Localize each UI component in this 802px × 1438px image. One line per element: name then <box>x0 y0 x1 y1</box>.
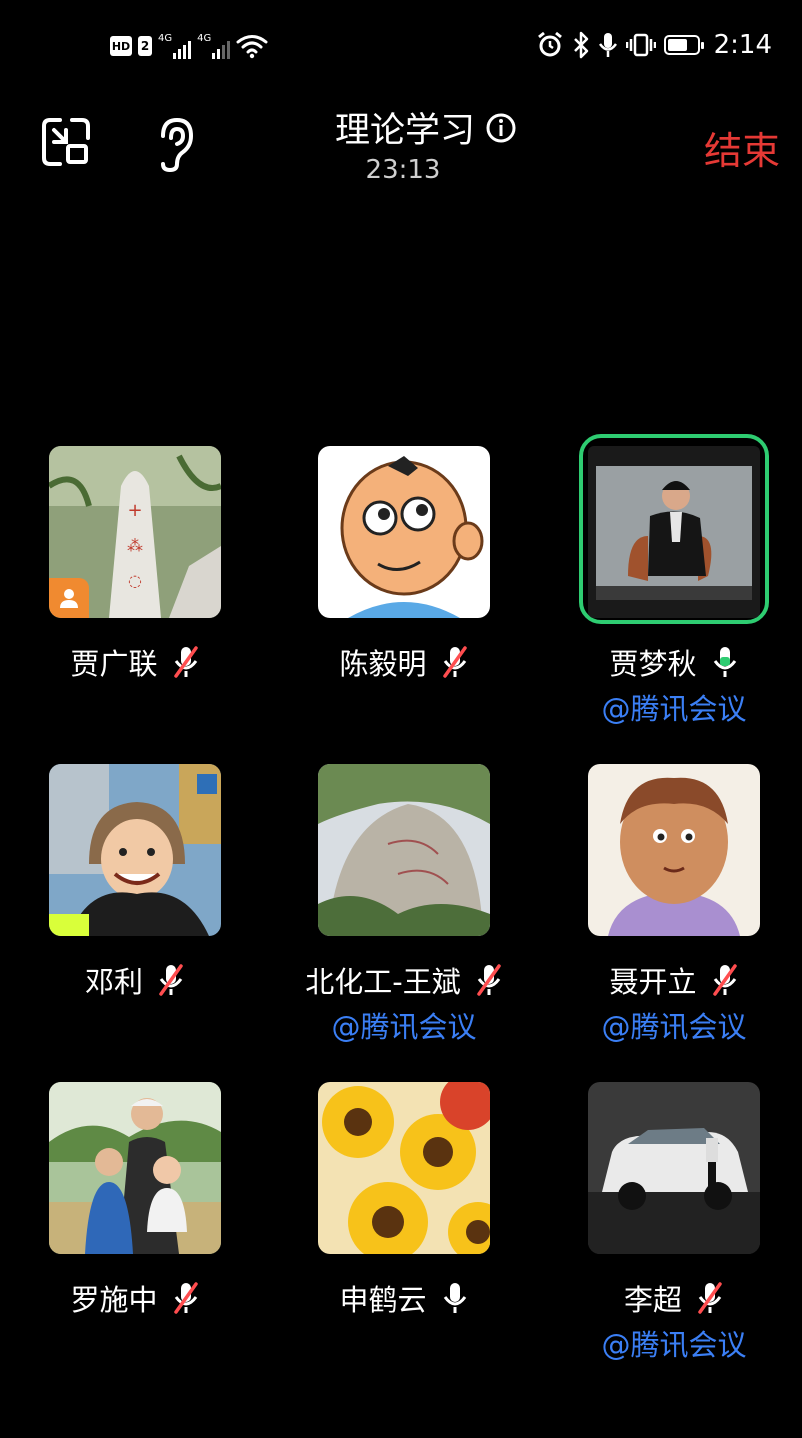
vibrate-icon <box>625 33 656 57</box>
bluetooth-icon <box>573 31 588 59</box>
svg-text:◌: ◌ <box>128 571 142 590</box>
signal-strength-2-icon: 4G <box>197 33 231 59</box>
participant-tile[interactable]: 北化工-王斌 @腾讯会议 <box>270 764 538 1044</box>
mic-muted-icon <box>442 646 467 678</box>
avatar <box>49 764 221 936</box>
cartoon-portrait <box>588 764 760 936</box>
mic-status-icon <box>598 33 617 57</box>
seated-woman-photo <box>588 446 760 618</box>
avatar <box>588 446 760 618</box>
status-left: HD 2 4G 4G <box>110 33 268 59</box>
participant-name: 贾广联 <box>70 647 158 681</box>
alarm-icon <box>537 31 562 57</box>
clock: 2:14 <box>713 30 772 60</box>
meeting-title[interactable]: 理论学习 <box>335 102 475 153</box>
mic-muted-icon <box>159 964 183 996</box>
avatar <box>318 764 490 936</box>
tencent-meeting-link[interactable]: @腾讯会议 <box>540 1322 802 1362</box>
title-area: 理论学习 23:13 <box>0 102 802 185</box>
mic-muted-icon <box>173 646 198 678</box>
participant-tile[interactable]: 陈毅明 <box>270 446 538 681</box>
network-type-2: 4G <box>197 33 212 44</box>
tencent-meeting-link[interactable]: @腾讯会议 <box>270 1004 538 1044</box>
end-meeting-button[interactable]: 结束 <box>704 120 780 175</box>
participant-name: 聂开立 <box>609 965 697 999</box>
participant-name: 贾梦秋 <box>609 647 697 681</box>
hd-badge: HD <box>110 36 132 56</box>
participant-name: 北化工-王斌 <box>305 965 461 999</box>
meeting-header: 理论学习 23:13 结束 <box>0 96 802 206</box>
mic-active-icon <box>713 647 736 677</box>
mic-muted-icon <box>698 1282 722 1314</box>
participant-name: 罗施中 <box>70 1283 158 1317</box>
sim-number: 2 <box>138 36 152 56</box>
status-right: 2:14 <box>536 30 772 60</box>
rock-photo <box>318 764 490 936</box>
meeting-timer: 23:13 <box>365 155 441 185</box>
meeting-screen: HD 2 4G 4G 2:14 理论学习 23:13 结束 + ⁂ ◌ 贾广联 … <box>0 0 802 1438</box>
mic-on-icon <box>443 1283 466 1313</box>
participant-name: 陈毅明 <box>339 647 427 681</box>
network-type-1: 4G <box>158 33 173 44</box>
tencent-meeting-link[interactable]: @腾讯会议 <box>540 686 802 726</box>
avatar <box>588 1082 760 1254</box>
participant-tile[interactable]: + ⁂ ◌ 贾广联 <box>1 446 269 681</box>
svg-text:⁂: ⁂ <box>127 536 143 555</box>
info-icon[interactable] <box>485 112 517 144</box>
mic-muted-icon <box>476 964 501 996</box>
avatar: + ⁂ ◌ <box>49 446 221 618</box>
avatar <box>49 1082 221 1254</box>
participant-tile[interactable]: 申鹤云 <box>270 1082 538 1317</box>
mic-muted-icon <box>712 964 737 996</box>
sunflowers <box>318 1082 490 1254</box>
signal-strength-1-icon: 4G <box>158 33 192 59</box>
white-car-model <box>588 1082 760 1254</box>
avatar <box>318 1082 490 1254</box>
tencent-meeting-link[interactable]: @腾讯会议 <box>540 1004 802 1044</box>
mic-muted-icon <box>173 1282 198 1314</box>
participant-tile[interactable]: 贾梦秋 @腾讯会议 <box>540 434 802 726</box>
participant-tile[interactable]: 聂开立 @腾讯会议 <box>540 764 802 1044</box>
status-bar: HD 2 4G 4G 2:14 <box>0 0 802 96</box>
family-photo <box>49 1082 221 1254</box>
svg-text:+: + <box>127 500 142 521</box>
participant-tile[interactable]: 李超 @腾讯会议 <box>540 1082 802 1362</box>
participant-tile[interactable]: 罗施中 <box>1 1082 269 1317</box>
participant-name: 申鹤云 <box>339 1283 427 1317</box>
avatar <box>318 446 490 618</box>
participant-name: 邓利 <box>84 965 143 999</box>
host-badge <box>49 578 89 618</box>
cartoon-boy <box>318 446 490 618</box>
wifi-icon <box>236 35 268 59</box>
avatar <box>588 764 760 936</box>
battery-icon <box>663 35 704 55</box>
participant-name: 李超 <box>623 1283 682 1317</box>
smiling-child-photo <box>49 764 221 936</box>
host-user-icon <box>60 589 78 608</box>
participant-tile[interactable]: 邓利 <box>1 764 269 999</box>
